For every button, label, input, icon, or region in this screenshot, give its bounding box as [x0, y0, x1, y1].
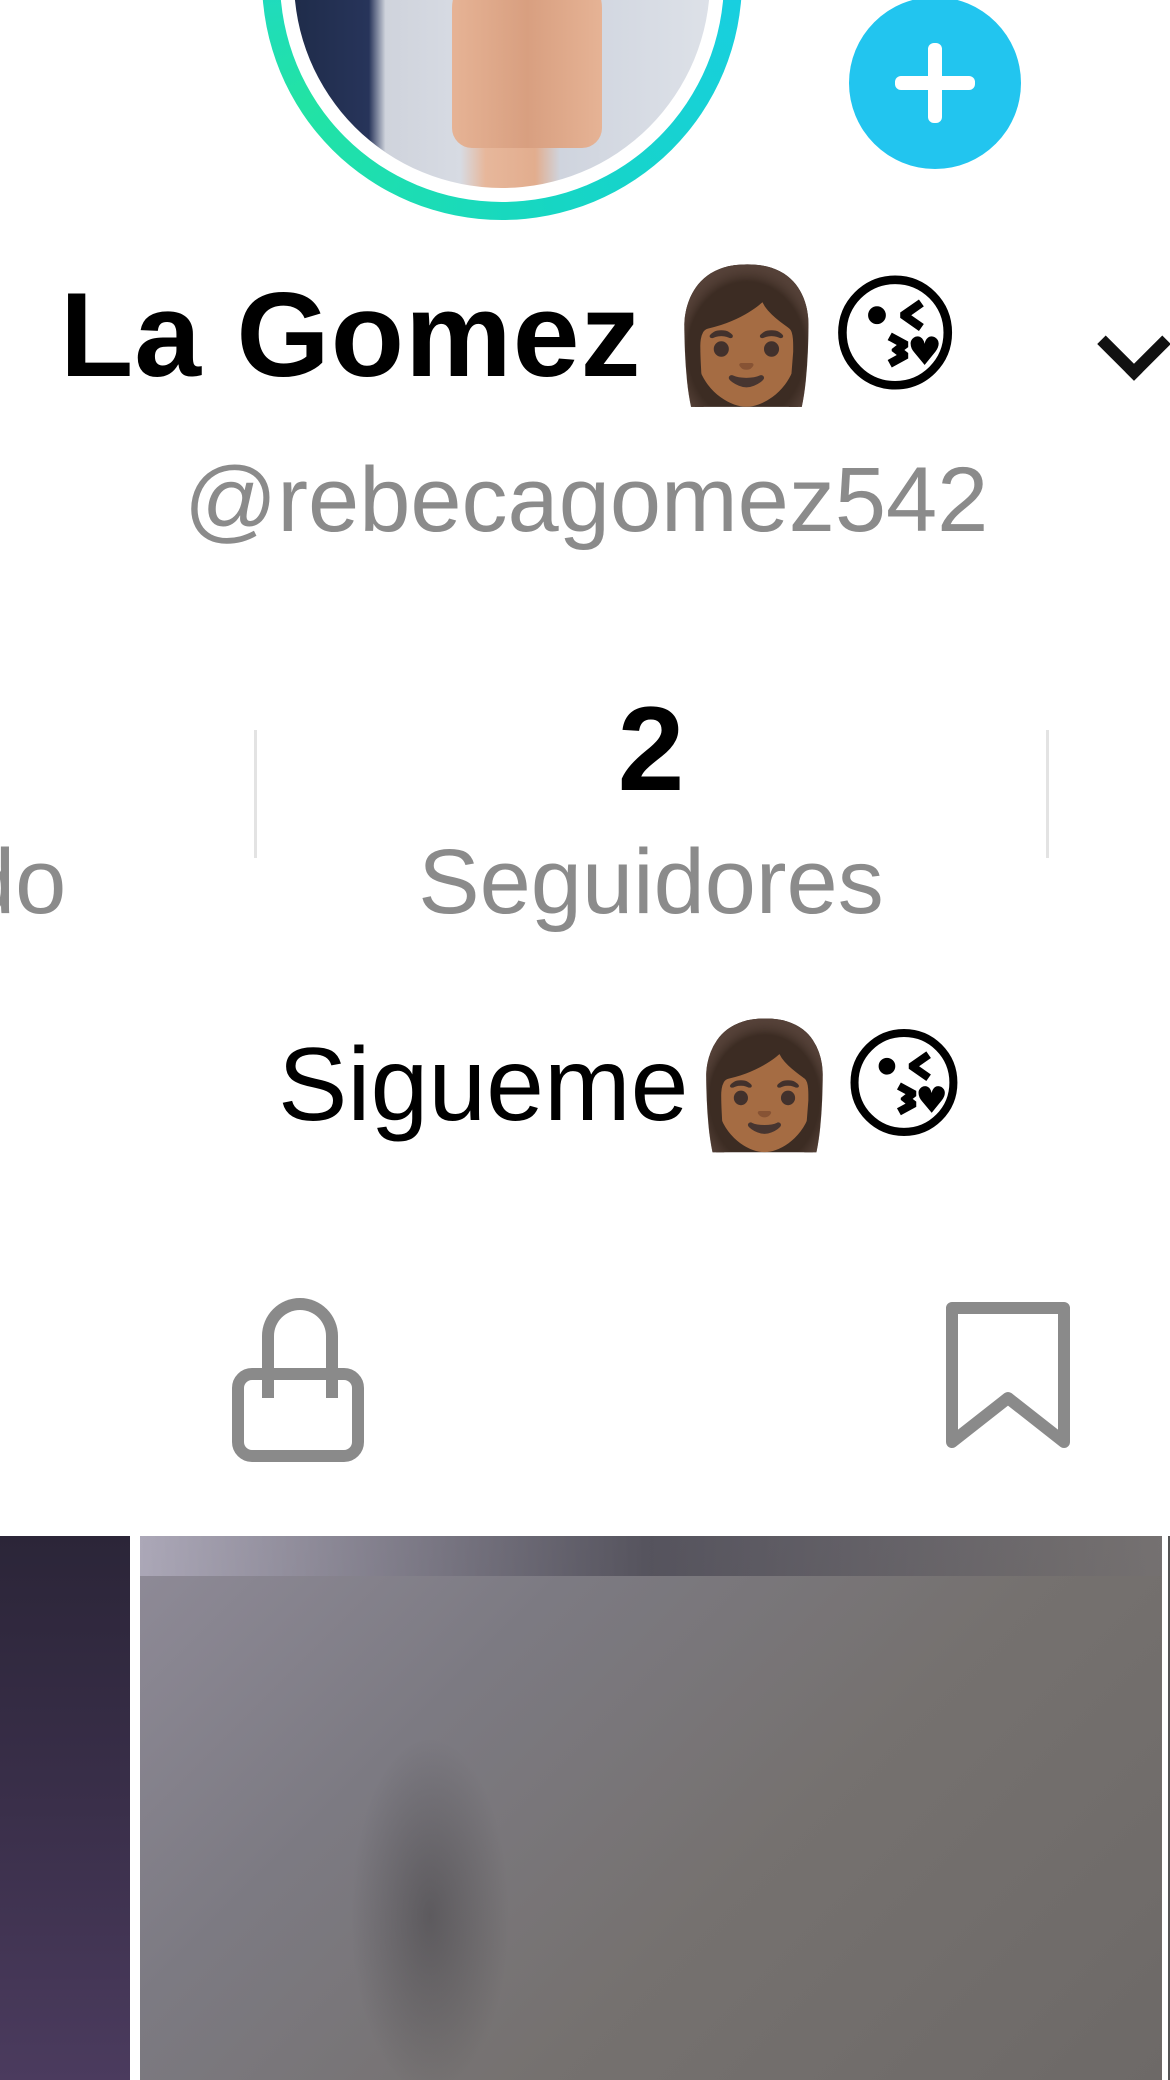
- bookmark-icon: [946, 1302, 1070, 1448]
- following-label[interactable]: do: [0, 830, 66, 935]
- add-story-button[interactable]: [838, 0, 1032, 180]
- stats-divider: [1046, 730, 1049, 858]
- name-emojis: 👩🏾😘: [665, 262, 963, 408]
- avatar-ring: [262, 0, 742, 220]
- video-thumbnail[interactable]: [0, 1536, 130, 2080]
- tab-saved[interactable]: [928, 1290, 1088, 1460]
- avatar-ring-gap: [280, 0, 724, 202]
- thumbnail-detail: [350, 1736, 510, 2080]
- tab-private[interactable]: [218, 1290, 378, 1462]
- avatar-photo-detail: [452, 0, 602, 148]
- bio-text: Sigueme: [278, 1026, 689, 1143]
- username: @rebecagomez542: [184, 449, 989, 551]
- followers-label[interactable]: Seguidores: [258, 830, 1044, 935]
- lock-icon-body: [232, 1368, 364, 1462]
- plus-icon: [849, 0, 1021, 169]
- chevron-down-icon[interactable]: [1097, 307, 1170, 381]
- video-thumbnail[interactable]: [140, 1536, 1162, 2080]
- display-name: La Gomez: [60, 268, 642, 402]
- thumbnail-detail: [140, 1536, 1162, 1576]
- bio-emojis: 👩🏾😘: [688, 1017, 968, 1153]
- followers-count[interactable]: 2: [258, 680, 1044, 818]
- stats-divider: [254, 730, 257, 858]
- profile-name-row: La Gomez 👩🏾😘: [60, 250, 963, 420]
- avatar[interactable]: [294, 0, 710, 188]
- bio: Sigueme 👩🏾😘: [278, 1010, 968, 1160]
